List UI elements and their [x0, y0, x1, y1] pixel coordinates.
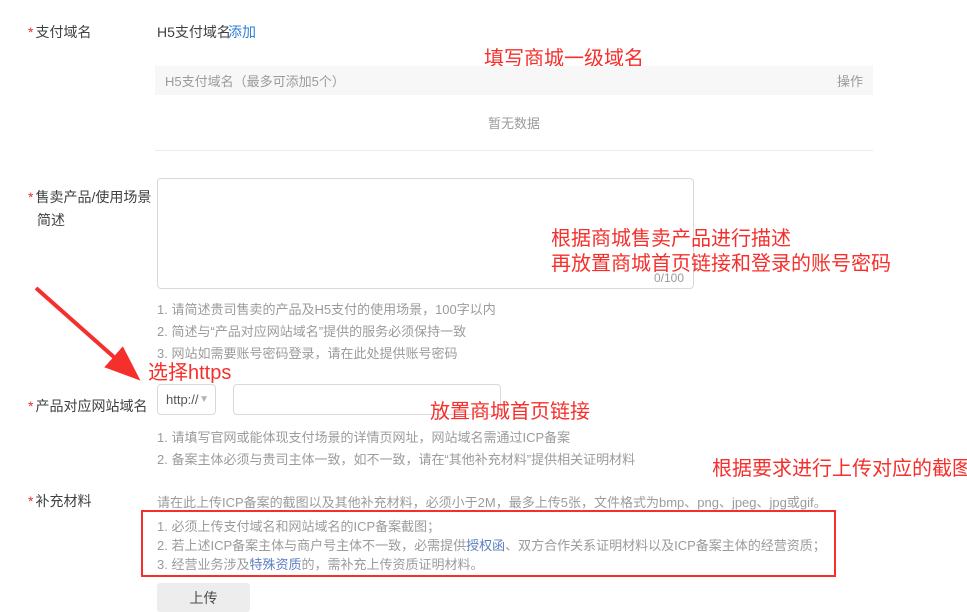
table-header-action: 操作 — [837, 71, 863, 90]
tip-item: 1. 请简述贵司售卖的产品及H5支付的使用场景，100字以内 — [157, 299, 496, 321]
rule-item-1: 1. 必须上传支付域名和网站域名的ICP备案截图； — [157, 517, 826, 536]
red-arrow-annotation — [28, 280, 153, 388]
authorization-letter-link[interactable]: 授权函 — [466, 538, 505, 553]
required-asterisk: * — [28, 24, 33, 40]
required-asterisk: * — [28, 189, 33, 205]
website-domain-label: *产品对应网站域名 — [28, 395, 147, 418]
upload-rules: 1. 必须上传支付域名和网站域名的ICP备案截图； 2. 若上述ICP备案主体与… — [157, 517, 826, 574]
annotation-put-homepage-link: 放置商城首页链接 — [430, 395, 590, 424]
h5-payment-form-page: *支付域名 H5支付域名 添加 填写商城一级域名 H5支付域名（最多可添加5个）… — [0, 0, 967, 612]
table-empty-row: 暂无数据 — [155, 95, 873, 151]
empty-data-text: 暂无数据 — [488, 113, 540, 132]
table-header-domain: H5支付域名（最多可添加5个） — [165, 71, 345, 90]
protocol-selected-value: http:// — [166, 392, 199, 407]
upload-button[interactable]: 上传 — [157, 583, 250, 612]
annotation-describe-products: 根据商城售卖产品进行描述 再放置商城首页链接和登录的账号密码 — [551, 227, 891, 277]
tip-item: 2. 备案主体必须与贵司主体一致，如不一致，请在“其他补充材料”提供相关证明材料 — [157, 449, 635, 471]
website-domain-tips: 1. 请填写官网或能体现支付场景的详情页网址，网站域名需通过ICP备案 2. 备… — [157, 427, 635, 471]
annotation-upload-screenshots: 根据要求进行上传对应的截图 — [712, 452, 967, 481]
rule-item-2: 2. 若上述ICP备案主体与商户号主体不一致，必需提供授权函、双方合作关系证明材… — [157, 536, 826, 555]
special-qualification-link[interactable]: 特殊资质 — [249, 557, 301, 572]
product-description-label: *售卖产品/使用场景 简述 — [28, 186, 156, 232]
tip-item: 1. 请填写官网或能体现支付场景的详情页网址，网站域名需通过ICP备案 — [157, 427, 635, 449]
payment-domain-table: H5支付域名（最多可添加5个） 操作 暂无数据 — [155, 66, 873, 151]
add-domain-link[interactable]: 添加 — [228, 22, 256, 42]
required-asterisk: * — [28, 398, 33, 414]
payment-domain-label: *支付域名 — [28, 21, 91, 44]
annotation-choose-https: 选择https — [148, 356, 231, 385]
protocol-select[interactable]: http:// ▼ — [157, 384, 216, 415]
table-header-row: H5支付域名（最多可添加5个） 操作 — [155, 66, 873, 95]
rule-item-3: 3. 经营业务涉及特殊资质的，需补充上传资质证明材料。 — [157, 555, 826, 574]
tip-item: 2. 简述与“产品对应网站域名”提供的服务必须保持一致 — [157, 321, 496, 343]
h5-domain-field-title: H5支付域名 — [157, 22, 231, 42]
supplementary-materials-label: *补充材料 — [28, 490, 91, 513]
chevron-down-icon: ▼ — [199, 395, 209, 405]
required-asterisk: * — [28, 493, 33, 509]
